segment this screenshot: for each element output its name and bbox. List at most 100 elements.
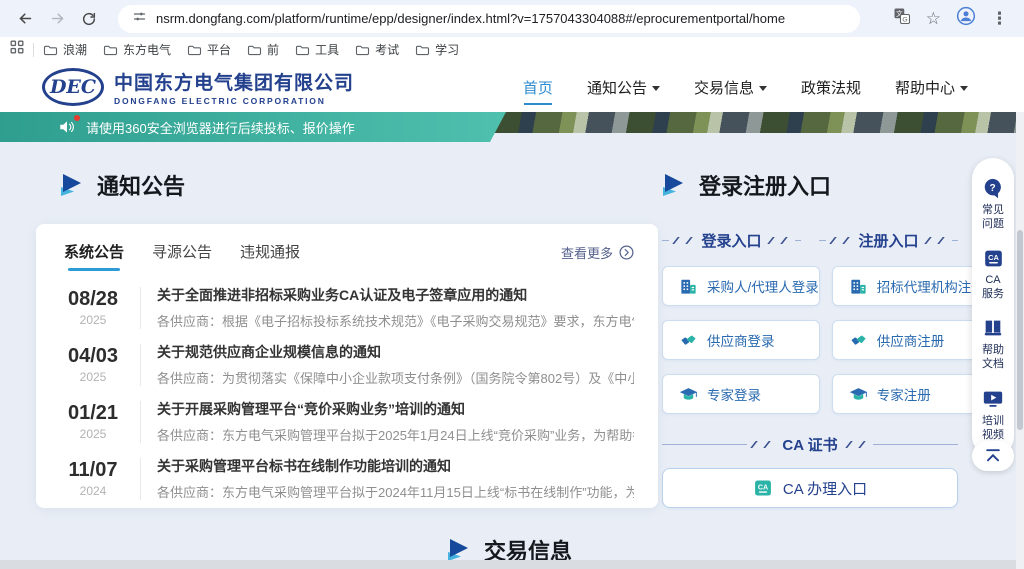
help-docs-shortcut[interactable]: 帮助文档: [981, 309, 1005, 380]
notice-year: 2024: [50, 484, 136, 498]
nav-item-help-center[interactable]: 帮助中心: [895, 62, 968, 112]
notices-section-title: 通知公告: [60, 169, 185, 201]
book-icon: [982, 317, 1004, 339]
back-icon[interactable]: [12, 6, 38, 32]
company-name-cn: 中国东方电气集团有限公司: [114, 68, 354, 95]
arrow-icon: [60, 174, 82, 196]
video-icon: [982, 388, 1004, 410]
question-icon: ?: [982, 177, 1004, 199]
menu-dots-icon[interactable]: ⋮: [991, 9, 1008, 29]
svg-text:CA: CA: [988, 252, 999, 261]
nav-item-policies[interactable]: 政策法规: [801, 62, 861, 112]
svg-text:?: ?: [990, 183, 996, 194]
training-videos-shortcut[interactable]: 培训视频: [981, 380, 1005, 451]
apps-grid-icon[interactable]: [10, 40, 24, 59]
notice-row[interactable]: 08/28 2025 关于全面推进非招标采购业务CA认证及电子签章应用的通知 各…: [50, 279, 634, 336]
scroll-top-icon: [984, 448, 1002, 464]
agency-register-button[interactable]: 招标代理机构注册: [832, 266, 986, 306]
bookmark-folder[interactable]: 前: [247, 41, 279, 58]
bookmark-label: 前: [267, 41, 279, 58]
svg-text:CA: CA: [758, 483, 768, 491]
translate-icon[interactable]: 文G: [893, 7, 911, 30]
bookmarks-separator: [33, 43, 34, 57]
login-panel: 登录入口 注册入口 采购人/代理人登录 招标代理机构注册 供应商登录 供应商注册: [662, 230, 958, 508]
building-icon: [679, 277, 698, 296]
purchaser-login-button[interactable]: 采购人/代理人登录: [662, 266, 820, 306]
nav-item-notices[interactable]: 通知公告: [587, 62, 660, 112]
circle-arrow-icon: [619, 245, 634, 260]
browser-toolbar: nsrm.dongfang.com/platform/runtime/epp/d…: [0, 0, 1024, 37]
notice-date: 11/07: [50, 459, 136, 482]
ca-service-shortcut[interactable]: CA CA 服务: [981, 240, 1005, 310]
forward-icon[interactable]: [44, 6, 70, 32]
divider: [140, 287, 141, 329]
nav-item-home[interactable]: 首页: [523, 62, 553, 112]
notice-date: 04/03: [50, 345, 136, 368]
ca-entry-button[interactable]: CA CA 办理入口: [662, 468, 958, 508]
page-bottom-strip: [0, 560, 1016, 569]
scrollbar-track[interactable]: [1016, 62, 1024, 569]
chevron-down-icon: [960, 86, 968, 91]
profile-avatar[interactable]: [956, 6, 976, 31]
login-group-header: 登录入口: [662, 230, 801, 251]
refresh-icon[interactable]: [76, 6, 102, 32]
notice-title: 关于全面推进非招标采购业务CA认证及电子签章应用的通知: [157, 285, 634, 305]
divider: [140, 401, 141, 443]
ca-icon: CA: [983, 248, 1004, 269]
register-group-header: 注册入口: [819, 230, 958, 251]
back-to-top-button[interactable]: [972, 441, 1014, 471]
notice-title: 关于采购管理平台标书在线制作功能培训的通知: [157, 456, 634, 476]
banner-text: 请使用360安全浏览器进行后续投标、报价操作: [86, 118, 355, 137]
site-settings-icon[interactable]: [132, 9, 147, 29]
graduation-cap-icon: [679, 385, 698, 404]
main-nav: 首页 通知公告 交易信息 政策法规 帮助中心: [523, 62, 968, 112]
bookmarks-bar: 浪潮 东方电气 平台 前 工具 考试 学习: [0, 37, 1024, 62]
building-icon: [849, 277, 868, 296]
bookmark-folder[interactable]: 东方电气: [103, 41, 171, 58]
arrow-icon: [447, 539, 469, 561]
bookmark-folder[interactable]: 浪潮: [43, 41, 87, 58]
notice-tabs: 系统公告 寻源公告 违规通报 查看更多: [36, 224, 658, 271]
tab-system-notices[interactable]: 系统公告: [64, 241, 124, 271]
notice-desc: 各供应商：东方电气采购管理平台拟于2024年11月15日上线“标书在线制作”功能…: [157, 482, 634, 501]
bookmark-folder[interactable]: 平台: [187, 41, 231, 58]
notice-desc: 各供应商：根据《电子招标投标系统技术规范》《电子采购交易规范》要求，东方电气采购…: [157, 311, 634, 330]
notice-year: 2025: [50, 313, 136, 327]
bookmark-label: 平台: [207, 41, 231, 58]
bookmark-folder[interactable]: 工具: [295, 41, 339, 58]
url-bar[interactable]: nsrm.dongfang.com/platform/runtime/epp/d…: [118, 5, 860, 33]
notice-title: 关于开展采购管理平台“竞价采购业务”培训的通知: [157, 399, 634, 419]
url-text: nsrm.dongfang.com/platform/runtime/epp/d…: [156, 11, 785, 26]
nav-item-trade-info[interactable]: 交易信息: [694, 62, 767, 112]
expert-login-button[interactable]: 专家登录: [662, 374, 820, 414]
brand-logo[interactable]: DEC 中国东方电气集团有限公司 DONGFANG ELECTRIC CORPO…: [42, 68, 354, 106]
tab-sourcing-notices[interactable]: 寻源公告: [152, 241, 212, 271]
view-more-link[interactable]: 查看更多: [561, 243, 634, 270]
notification-dot: [74, 115, 80, 121]
bookmark-label: 浪潮: [63, 41, 87, 58]
notice-year: 2025: [50, 427, 136, 441]
ca-icon: CA: [753, 478, 773, 498]
bookmark-label: 东方电气: [123, 41, 171, 58]
notice-title: 关于规范供应商企业规模信息的通知: [157, 342, 634, 362]
expert-register-button[interactable]: 专家注册: [832, 374, 986, 414]
bookmark-star-icon[interactable]: ☆: [926, 9, 941, 29]
notice-date: 08/28: [50, 288, 136, 311]
bookmark-folder[interactable]: 学习: [415, 41, 459, 58]
supplier-login-button[interactable]: 供应商登录: [662, 320, 820, 360]
svg-text:G: G: [902, 17, 907, 24]
notice-row[interactable]: 04/03 2025 关于规范供应商企业规模信息的通知 各供应商：为贯彻落实《保…: [50, 336, 634, 393]
arrow-icon: [662, 174, 684, 196]
notice-row[interactable]: 01/21 2025 关于开展采购管理平台“竞价采购业务”培训的通知 各供应商：…: [50, 393, 634, 450]
tab-violation-reports[interactable]: 违规通报: [240, 241, 300, 271]
handshake-icon: [679, 331, 698, 350]
browser-warning-banner: 请使用360安全浏览器进行后续投标、报价操作: [0, 112, 506, 142]
supplier-register-button[interactable]: 供应商注册: [832, 320, 986, 360]
quick-access-rail: ? 常见问题 CA CA 服务 帮助文档 培训视频: [972, 158, 1014, 457]
divider: [140, 458, 141, 500]
faq-shortcut[interactable]: ? 常见问题: [981, 169, 1005, 240]
scrollbar-thumb[interactable]: [1017, 230, 1023, 430]
notice-desc: 各供应商：为贯彻落实《保障中小企业款项支付条例》（国务院令第802号）及《中小企…: [157, 368, 634, 387]
notice-row[interactable]: 11/07 2024 关于采购管理平台标书在线制作功能培训的通知 各供应商：东方…: [50, 450, 634, 507]
bookmark-folder[interactable]: 考试: [355, 41, 399, 58]
